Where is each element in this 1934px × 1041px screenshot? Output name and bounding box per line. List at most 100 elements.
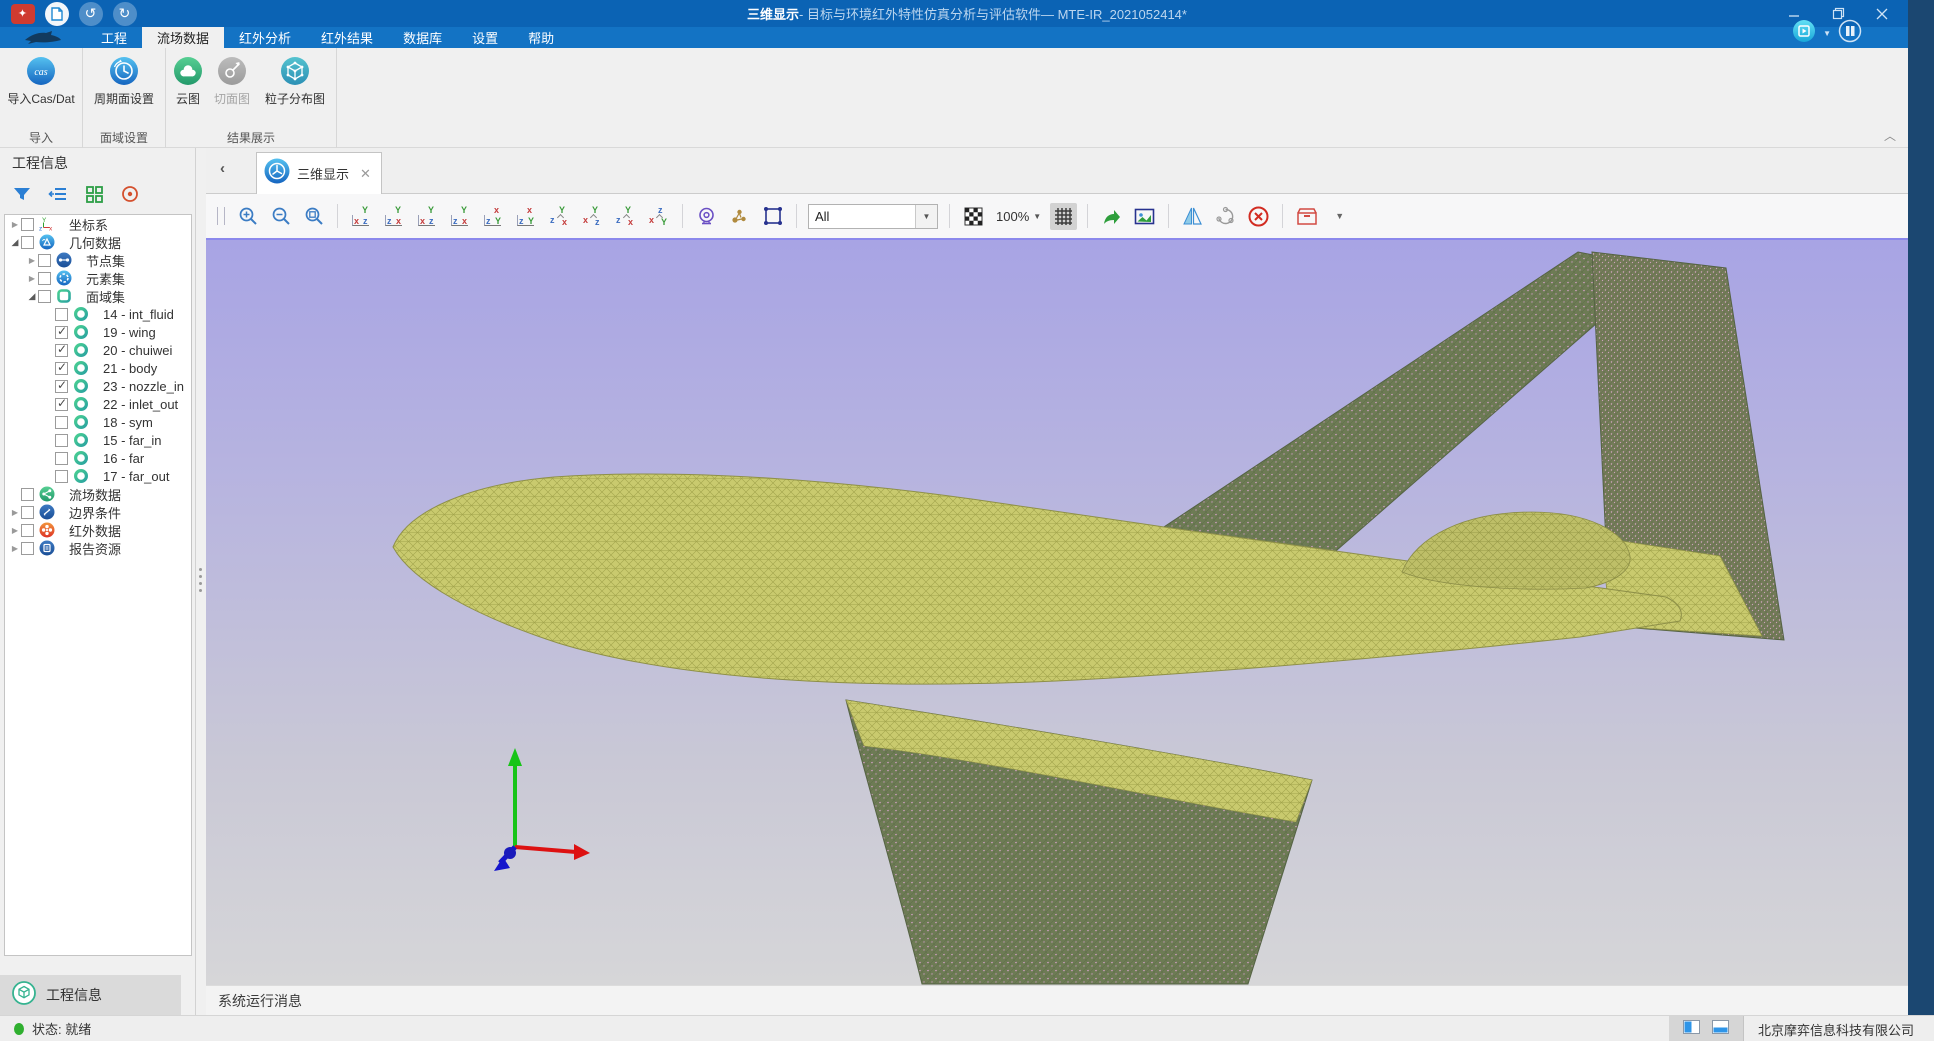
tree-expand-icon[interactable]: ▶	[9, 544, 21, 553]
tree-expand-icon[interactable]: ▶	[26, 256, 38, 265]
target-icon[interactable]	[118, 183, 142, 205]
tree-item[interactable]: 22 - inlet_out	[5, 395, 191, 413]
tree-item-checkbox[interactable]	[55, 344, 68, 357]
undo-button[interactable]: ↺	[78, 1, 103, 26]
tree-item-checkbox[interactable]	[55, 326, 68, 339]
view-right-button[interactable]: Yzx	[447, 203, 474, 230]
select-region-button[interactable]	[759, 203, 786, 230]
style-dropdown-arrow-icon[interactable]: ▼	[1823, 29, 1831, 38]
tree-item[interactable]: ▶红外数据	[5, 521, 191, 539]
tree-item-checkbox[interactable]	[55, 398, 68, 411]
tree-item[interactable]: 17 - far_out	[5, 467, 191, 485]
tree-item[interactable]: 流场数据	[5, 485, 191, 503]
transparency-button[interactable]	[960, 203, 987, 230]
tree-item[interactable]: 15 - far_in	[5, 431, 191, 449]
sync-rotate-button[interactable]	[1212, 203, 1239, 230]
mirror-button[interactable]	[1179, 203, 1206, 230]
tree-item[interactable]: 23 - nozzle_in	[5, 377, 191, 395]
tree-expand-icon[interactable]: ▶	[9, 220, 21, 229]
zoom-in-button[interactable]	[234, 203, 261, 230]
view-iso-3-button[interactable]: Yzx	[612, 203, 639, 230]
mesh-grid-toggle[interactable]	[1050, 203, 1077, 230]
tree-item[interactable]: ▶边界条件	[5, 503, 191, 521]
tree-item[interactable]: ◢几何数据	[5, 233, 191, 251]
panel-splitter[interactable]	[196, 148, 206, 1015]
tree-item-checkbox[interactable]	[55, 380, 68, 393]
menu-item-help[interactable]: 帮助	[513, 27, 569, 48]
project-info-dock-button[interactable]: 工程信息	[0, 975, 181, 1015]
tab-3d-display[interactable]: 三维显示 ✕	[256, 152, 382, 194]
tree-item-checkbox[interactable]	[38, 290, 51, 303]
particles-display-button[interactable]	[726, 203, 753, 230]
tree-item-checkbox[interactable]	[21, 524, 34, 537]
view-iso-2-button[interactable]: Yxz	[579, 203, 606, 230]
list-check-icon[interactable]	[46, 183, 70, 205]
tree-item-checkbox[interactable]	[55, 416, 68, 429]
tree-expand-icon[interactable]: ▶	[26, 274, 38, 283]
view-top-button[interactable]: xzY	[480, 203, 507, 230]
display-filter-select[interactable]: All ▼	[808, 204, 938, 229]
tree-item-checkbox[interactable]	[21, 236, 34, 249]
tree-expand-icon[interactable]: ▶	[9, 526, 21, 535]
tree-item[interactable]: ▶元素集	[5, 269, 191, 287]
menu-item-flowfield-data[interactable]: 流场数据	[142, 27, 224, 48]
export-share-button[interactable]	[1098, 203, 1125, 230]
tree-item[interactable]: ▶Yzx坐标系	[5, 215, 191, 233]
menu-item-infrared-analysis[interactable]: 红外分析	[224, 27, 306, 48]
tree-item-checkbox[interactable]	[21, 218, 34, 231]
tab-scroll-left-icon[interactable]: ‹	[220, 160, 225, 177]
manual-button[interactable]	[1838, 19, 1862, 48]
view-iso-1-button[interactable]: Yzx	[546, 203, 573, 230]
tree-expand-icon[interactable]: ▶	[9, 508, 21, 517]
view-front-button[interactable]: Yxz	[348, 203, 375, 230]
screenshot-button[interactable]	[1131, 203, 1158, 230]
import-cas-dat-button[interactable]: cas 导入Cas/Dat	[0, 54, 82, 107]
tree-item-checkbox[interactable]	[21, 506, 34, 519]
tree-item[interactable]: 14 - int_fluid	[5, 305, 191, 323]
opacity-dropdown[interactable]: 100% ▼	[996, 209, 1041, 224]
view-iso-4-button[interactable]: zxY	[645, 203, 672, 230]
camera-view-button[interactable]	[693, 203, 720, 230]
zoom-fit-button[interactable]	[300, 203, 327, 230]
view-back-button[interactable]: Yzx	[381, 203, 408, 230]
tree-item[interactable]: ▶节点集	[5, 251, 191, 269]
tree-item[interactable]: 21 - body	[5, 359, 191, 377]
tree-item[interactable]: 18 - sym	[5, 413, 191, 431]
contour-plot-button[interactable]: 云图	[166, 54, 210, 107]
tree-item-checkbox[interactable]	[38, 254, 51, 267]
tree-item[interactable]: 16 - far	[5, 449, 191, 467]
tree-expand-icon[interactable]: ◢	[26, 291, 38, 302]
tree-item-checkbox[interactable]	[55, 308, 68, 321]
pin-button[interactable]: ✦	[10, 1, 35, 26]
archive-dropdown-icon[interactable]: ▼	[1326, 203, 1353, 230]
particle-distribution-button[interactable]: 粒子分布图	[254, 54, 336, 107]
view-bottom-button[interactable]: xzY	[513, 203, 540, 230]
menu-item-infrared-results[interactable]: 红外结果	[306, 27, 388, 48]
menu-item-settings[interactable]: 设置	[457, 27, 513, 48]
tree-item[interactable]: ▶报告资源	[5, 539, 191, 557]
close-button[interactable]	[1860, 0, 1904, 27]
tree-item-checkbox[interactable]	[55, 470, 68, 483]
toolbar-drag-handle[interactable]	[217, 207, 225, 225]
periodic-face-settings-button[interactable]: 周期面设置	[83, 54, 165, 107]
redo-button[interactable]: ↻	[112, 1, 137, 26]
panel-layout-bottom-icon[interactable]	[1712, 1020, 1729, 1039]
combo-dropdown-icon[interactable]: ▼	[915, 205, 937, 228]
tab-close-icon[interactable]: ✕	[360, 166, 371, 182]
new-document-button[interactable]	[44, 1, 69, 26]
menu-item-engineering[interactable]: 工程	[86, 27, 142, 48]
filter-icon[interactable]	[10, 183, 34, 205]
tree-item[interactable]: 19 - wing	[5, 323, 191, 341]
tree-item-checkbox[interactable]	[21, 542, 34, 555]
tree-item-checkbox[interactable]	[55, 434, 68, 447]
menu-item-database[interactable]: 数据库	[388, 27, 457, 48]
tree-item-checkbox[interactable]	[55, 362, 68, 375]
view-left-button[interactable]: Yxz	[414, 203, 441, 230]
tree-item-checkbox[interactable]	[38, 272, 51, 285]
cancel-button[interactable]	[1245, 203, 1272, 230]
panel-layout-left-icon[interactable]	[1683, 1020, 1700, 1039]
tree-item-checkbox[interactable]	[21, 488, 34, 501]
ribbon-collapse-chevron-icon[interactable]: ︿	[1884, 127, 1896, 144]
grid-green-icon[interactable]	[82, 183, 106, 205]
viewport-3d[interactable]	[206, 238, 1908, 985]
